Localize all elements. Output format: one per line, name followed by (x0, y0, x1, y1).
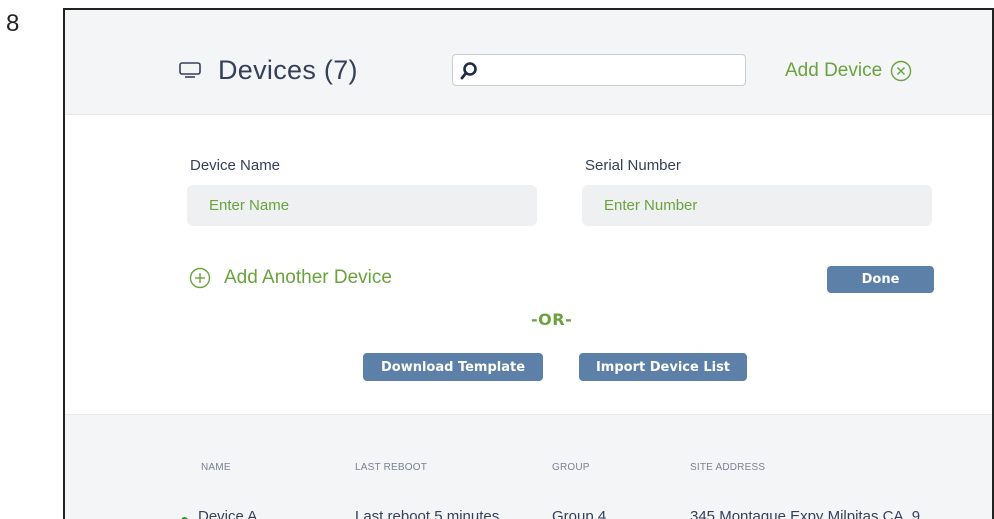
device-name-field[interactable] (187, 185, 537, 226)
plus-circle-icon[interactable] (189, 267, 211, 289)
add-another-device-label: Add Another Device (224, 267, 392, 288)
header: Devices (7) Add Device (65, 10, 992, 115)
column-header-site-address: SITE ADDRESS (690, 462, 766, 473)
table-row[interactable]: Device A Last reboot 5 minutes Group 4 3… (65, 508, 992, 519)
device-table: NAME LAST REBOOT GROUP SITE ADDRESS Devi… (65, 414, 992, 519)
or-separator: -OR- (531, 310, 573, 329)
add-device-label: Add Device (785, 60, 883, 81)
monitor-icon (179, 62, 201, 78)
last-reboot-cell: Last reboot 5 minutes (355, 508, 500, 519)
search-box[interactable] (452, 54, 746, 86)
app-window: Devices (7) Add Device Device Name Seria… (63, 8, 994, 519)
search-icon[interactable] (459, 61, 479, 81)
done-button[interactable]: Done (827, 266, 934, 293)
add-device-button[interactable]: Add Device (785, 60, 912, 82)
group-cell: Group 4 (552, 508, 607, 519)
device-name-cell[interactable]: Device A (198, 508, 257, 519)
import-device-list-button[interactable]: Import Device List (579, 353, 747, 381)
close-circle-icon[interactable] (890, 60, 912, 82)
page-title: Devices (7) (218, 55, 358, 85)
serial-number-field[interactable] (582, 185, 932, 226)
column-header-group: GROUP (552, 462, 590, 473)
column-header-last-reboot: LAST REBOOT (355, 462, 428, 473)
site-address-cell: 345 Montague Expy Milpitas CA, 9 (690, 508, 921, 519)
serial-number-label: Serial Number (585, 157, 681, 174)
device-name-label: Device Name (190, 157, 281, 174)
search-input[interactable] (485, 58, 739, 84)
add-another-device-button[interactable]: Add Another Device (189, 267, 392, 289)
download-template-button[interactable]: Download Template (363, 353, 543, 381)
column-header-name: NAME (201, 462, 231, 473)
page-number: 8 (6, 10, 20, 37)
